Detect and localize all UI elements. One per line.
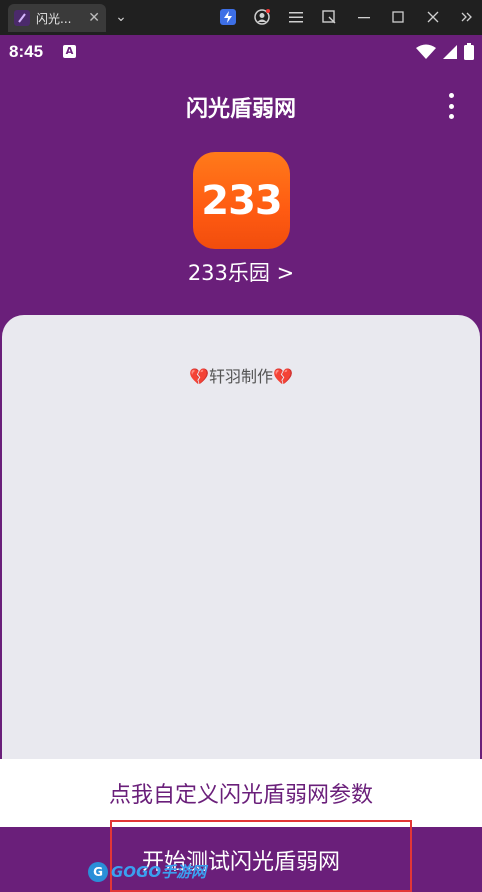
close-window-icon[interactable] bbox=[424, 8, 442, 26]
double-chevron-right-icon[interactable] bbox=[458, 8, 476, 26]
target-app-icon[interactable]: 233 bbox=[193, 152, 290, 249]
app-favicon-icon bbox=[14, 10, 30, 26]
custom-params-button[interactable]: 点我自定义闪光盾弱网参数 bbox=[0, 759, 482, 827]
phone-screen: 8:45 A 闪光盾弱网 233 233乐园 > 💔轩羽制作💔 点我自定义闪光盾 bbox=[0, 35, 482, 892]
tab-close-icon[interactable]: ✕ bbox=[88, 10, 100, 26]
tab-title: 闪光... bbox=[36, 11, 72, 26]
watermark-logo-icon: G bbox=[88, 861, 108, 882]
tab-list-chevron-icon[interactable]: ⌄ bbox=[112, 8, 130, 26]
browser-chrome: 闪光... ✕ ⌄ bbox=[0, 0, 482, 35]
maximize-icon[interactable] bbox=[389, 8, 407, 26]
status-bar: 8:45 A bbox=[0, 35, 482, 69]
log-card: 💔轩羽制作💔 bbox=[2, 315, 480, 760]
browser-tab[interactable]: 闪光... ✕ bbox=[8, 4, 106, 32]
app-bar: 闪光盾弱网 bbox=[0, 69, 482, 141]
more-options-icon[interactable] bbox=[442, 93, 460, 119]
profile-icon[interactable] bbox=[253, 8, 271, 26]
credit-line: 💔轩羽制作💔 bbox=[2, 363, 480, 387]
app-icon-label: 233 bbox=[201, 177, 282, 224]
menu-icon[interactable] bbox=[287, 8, 305, 26]
pip-icon[interactable] bbox=[320, 8, 338, 26]
signal-icon bbox=[442, 44, 458, 64]
bolt-extension-icon[interactable] bbox=[219, 8, 237, 26]
custom-params-label: 点我自定义闪光盾弱网参数 bbox=[108, 783, 373, 808]
watermark-text: GOGO手游网 bbox=[111, 863, 207, 881]
battery-icon bbox=[464, 43, 474, 64]
watermark: G GOGO手游网 bbox=[88, 861, 206, 882]
status-app-badge-icon: A bbox=[63, 45, 76, 58]
credit-text: 轩羽制作 bbox=[208, 367, 273, 386]
minimize-icon[interactable] bbox=[355, 8, 373, 26]
page-title: 闪光盾弱网 bbox=[185, 97, 296, 122]
status-time: 8:45 bbox=[9, 42, 44, 61]
broken-heart-icon: 💔 bbox=[273, 367, 293, 386]
broken-heart-icon: 💔 bbox=[189, 367, 209, 386]
target-app-name-link[interactable]: 233乐园 > bbox=[0, 257, 482, 287]
wifi-icon bbox=[416, 44, 436, 64]
